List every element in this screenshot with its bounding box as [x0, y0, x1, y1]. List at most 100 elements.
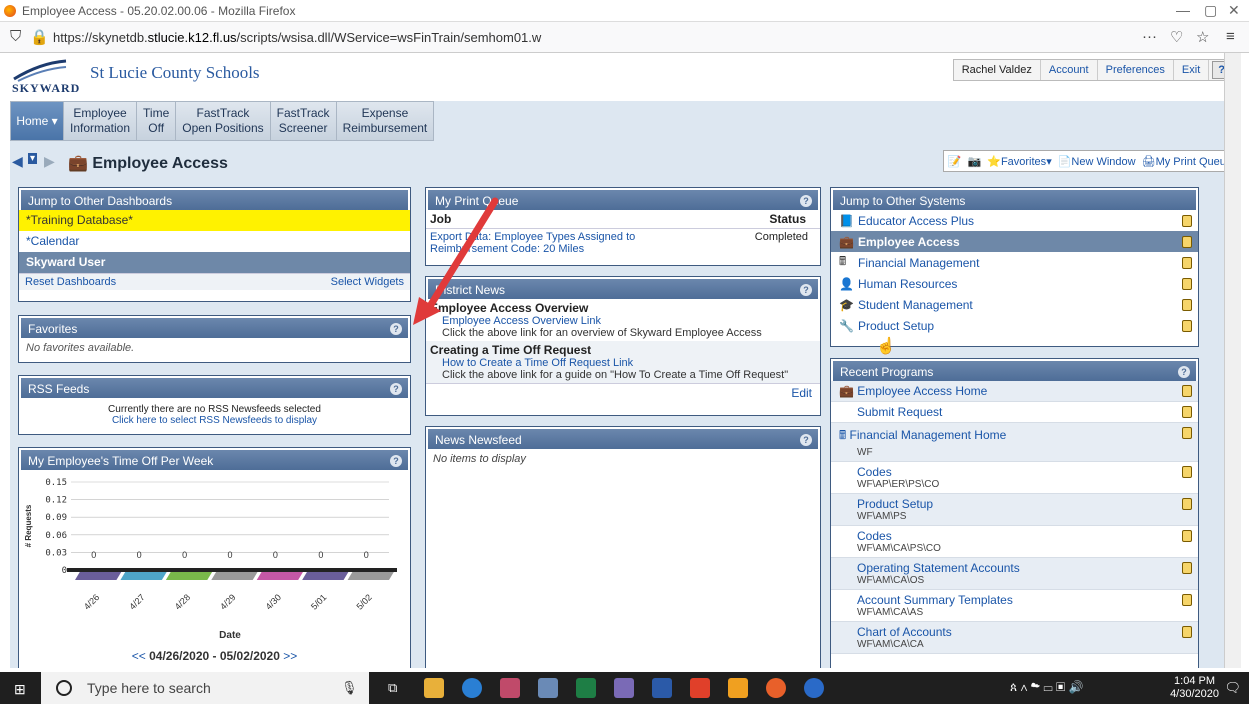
nav-home[interactable]: Home ▾ — [11, 102, 63, 140]
help-icon[interactable]: ? — [390, 323, 402, 335]
help-icon[interactable]: ? — [800, 434, 812, 446]
favorites-menu[interactable]: ⭐Favorites▾ — [987, 155, 1051, 168]
favorites-empty: No favorites available. — [26, 342, 135, 354]
notification-icon[interactable]: 🗨 — [1224, 680, 1241, 696]
calculator-icon: 🖩 — [839, 428, 847, 442]
pin-icon[interactable] — [1182, 257, 1192, 269]
panel-header: My Employee's Time Off Per Week — [28, 454, 214, 468]
nav-time-off[interactable]: Time Off — [136, 102, 175, 140]
file-explorer-icon[interactable] — [424, 678, 444, 698]
minimize-icon[interactable]: — — [1176, 2, 1190, 18]
app-icon[interactable] — [614, 678, 634, 698]
dashboard-skyward-user[interactable]: Skyward User — [19, 252, 410, 273]
help-icon[interactable]: ? — [1178, 366, 1190, 378]
recent-program-item[interactable]: Operating Statement Accounts WF\AM\CA\OS — [831, 558, 1198, 590]
system-student-management[interactable]: 🎓 Student Management — [831, 294, 1198, 315]
pocket-icon[interactable]: ♡ — [1170, 28, 1183, 46]
recent-program-item[interactable]: Codes WF\AP\ER\PS\CO — [831, 462, 1198, 494]
help-icon[interactable]: ? — [800, 284, 812, 296]
nav-employee-information[interactable]: Employee Information — [63, 102, 136, 140]
page-scrollbar[interactable] — [1224, 53, 1241, 668]
news-link[interactable]: How to Create a Time Off Request Link — [426, 357, 820, 369]
forward-arrow-icon[interactable]: ▶ — [44, 153, 55, 170]
system-human-resources[interactable]: 👤 Human Resources — [831, 273, 1198, 294]
recent-program-item[interactable]: Product Setup WF\AM\PS — [831, 494, 1198, 526]
next-week-link[interactable]: >> — [283, 649, 297, 663]
pin-icon[interactable] — [1182, 215, 1192, 227]
more-icon[interactable]: ··· — [1142, 28, 1157, 45]
edge-icon[interactable] — [462, 678, 482, 698]
pin-icon[interactable] — [1182, 562, 1192, 574]
recent-program-item[interactable]: 💼 Employee Access Home — [831, 381, 1198, 402]
url-text[interactable]: https://skynetdb.stlucie.k12.fl.us/scrip… — [53, 30, 541, 45]
windows-start-icon[interactable]: ⊞ — [14, 681, 26, 698]
system-financial-management[interactable]: 🖩 Financial Management — [831, 252, 1198, 273]
reset-dashboards-link[interactable]: Reset Dashboards — [25, 276, 116, 288]
print-queue-button[interactable]: 🖨My Print Queue — [1142, 155, 1232, 168]
pin-icon[interactable] — [1182, 299, 1192, 311]
shield-icon[interactable]: ⛉ — [10, 28, 21, 45]
folder-app-icon[interactable] — [728, 678, 748, 698]
dashboard-training-database[interactable]: *Training Database* — [19, 210, 410, 231]
pin-icon[interactable] — [1182, 466, 1192, 478]
help-icon[interactable]: ? — [390, 383, 402, 395]
pin-icon[interactable] — [1182, 406, 1192, 418]
back-arrow-icon[interactable]: ◀ — [12, 153, 23, 170]
pin-icon[interactable] — [1182, 236, 1192, 248]
url-bar[interactable]: ⛉ 🔒 https://skynetdb.stlucie.k12.fl.us/s… — [0, 22, 1249, 53]
menu-icon[interactable]: ≡ — [1226, 28, 1235, 45]
account-link[interactable]: Account — [1041, 60, 1098, 80]
lock-icon[interactable]: 🔒 — [30, 28, 49, 46]
dashboard-calendar[interactable]: *Calendar — [19, 231, 410, 252]
panel-header: Jump to Other Systems — [831, 188, 1198, 210]
pin-icon[interactable] — [1182, 530, 1192, 542]
history-dropdown-icon[interactable]: ▾ — [28, 153, 38, 164]
word-icon[interactable] — [652, 678, 672, 698]
preferences-link[interactable]: Preferences — [1098, 60, 1174, 80]
system-educator-access-plus[interactable]: 📘 Educator Access Plus — [831, 210, 1198, 231]
network-app-icon[interactable] — [538, 678, 558, 698]
notes-icon[interactable]: 📝 — [948, 155, 962, 168]
close-icon[interactable]: ✕ — [1228, 2, 1240, 19]
system-tray-icons[interactable]: ጰ ∧ ☁ ▭ ▣ 🔊 — [1010, 680, 1083, 695]
microphone-icon[interactable]: 🎙 — [341, 680, 358, 696]
restore-icon[interactable]: ▢ — [1204, 2, 1217, 19]
prev-week-link[interactable]: << — [132, 649, 146, 663]
bookmark-star-icon[interactable]: ☆ — [1196, 28, 1209, 46]
pin-icon[interactable] — [1182, 427, 1192, 439]
paint-icon[interactable] — [500, 678, 520, 698]
select-widgets-link[interactable]: Select Widgets — [331, 276, 404, 288]
pin-icon[interactable] — [1182, 278, 1192, 290]
recent-program-item[interactable]: Codes WF\AM\CA\PS\CO — [831, 526, 1198, 558]
nav-fasttrack-open-positions[interactable]: FastTrack Open Positions — [175, 102, 269, 140]
x-axis-label: Date — [219, 630, 241, 641]
recent-program-item[interactable]: Submit Request — [831, 402, 1198, 423]
camera-icon[interactable]: 📷 — [968, 155, 982, 168]
taskbar-search-input[interactable]: Type here to search — [41, 672, 369, 704]
excel-icon[interactable] — [576, 678, 596, 698]
help-icon[interactable]: ? — [800, 195, 812, 207]
select-rss-link[interactable]: Click here to select RSS Newsfeeds to di… — [19, 415, 410, 426]
pin-icon[interactable] — [1182, 320, 1192, 332]
system-employee-access[interactable]: 💼 Employee Access — [831, 231, 1198, 252]
firefox-taskbar-icon[interactable] — [766, 678, 786, 698]
help-icon[interactable]: ? — [390, 455, 402, 467]
recent-program-item[interactable]: Account Summary Templates WF\AM\CA\AS — [831, 590, 1198, 622]
recent-program-item[interactable]: Chart of Accounts WF\AM\CA\CA — [831, 622, 1198, 654]
pin-icon[interactable] — [1182, 498, 1192, 510]
exit-link[interactable]: Exit — [1174, 60, 1210, 80]
nav-fasttrack-screener[interactable]: FastTrack Screener — [269, 102, 336, 140]
pin-icon[interactable] — [1182, 626, 1192, 638]
nav-expense-reimbursement[interactable]: Expense Reimbursement — [335, 102, 434, 140]
pin-icon[interactable] — [1182, 385, 1192, 397]
page-title: 💼 Employee Access — [68, 155, 228, 172]
new-window-button[interactable]: 📄New Window — [1058, 155, 1136, 168]
taskbar-clock[interactable]: 1:04 PM 4/30/2020 — [1170, 675, 1219, 701]
skype-icon[interactable] — [804, 678, 824, 698]
pin-icon[interactable] — [1182, 594, 1192, 606]
snagit-icon[interactable] — [690, 678, 710, 698]
system-product-setup[interactable]: 🔧 Product Setup — [831, 315, 1198, 336]
task-view-icon[interactable]: ⧉ — [388, 680, 397, 696]
recent-program-item[interactable]: 🖩 Financial Management Home WF — [831, 423, 1198, 462]
edit-news-link[interactable]: Edit — [426, 383, 820, 402]
